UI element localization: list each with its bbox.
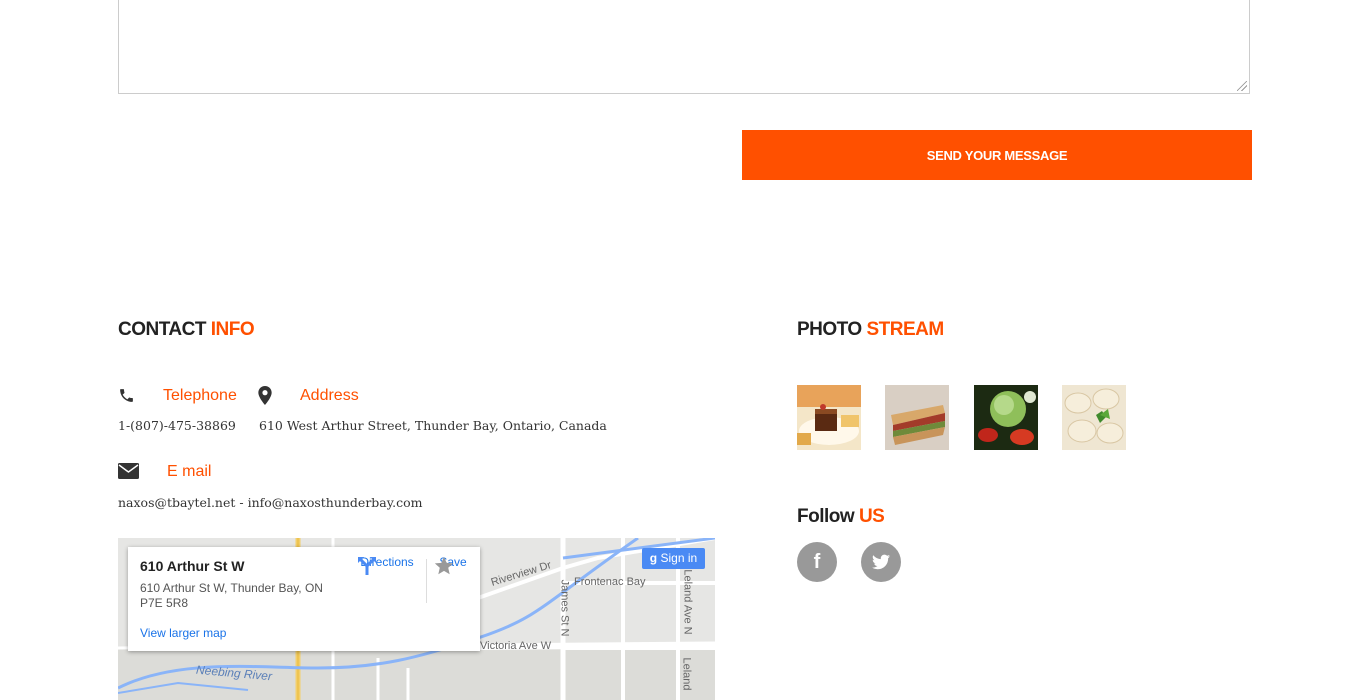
facebook-icon: f: [813, 551, 821, 573]
telephone-label: Telephone: [163, 387, 237, 404]
signin-label: Sign in: [660, 551, 698, 565]
send-message-button[interactable]: SEND YOUR MESSAGE: [742, 130, 1252, 180]
telephone-value: 1-(807)-475-38869: [118, 418, 236, 433]
message-textarea[interactable]: [118, 0, 1250, 94]
google-map[interactable]: Riverview Dr Frontenac Bay James St N Le…: [118, 538, 715, 700]
map-info-card: 610 Arthur St W 610 Arthur St W, Thunder…: [128, 547, 480, 651]
contact-heading-accent: INFO: [210, 319, 255, 340]
contact-heading-main: CONTACT: [118, 319, 206, 340]
resize-grip[interactable]: [1237, 81, 1247, 91]
follow-heading-main: Follow: [797, 506, 855, 527]
view-larger-map-link[interactable]: View larger map: [140, 626, 226, 640]
address-value: 610 West Arthur Street, Thunder Bay, Ont…: [259, 418, 607, 433]
photo-thumb-dessert[interactable]: [797, 385, 861, 450]
card-divider: [426, 559, 427, 603]
facebook-button[interactable]: f: [797, 542, 837, 582]
map-place-title: 610 Arthur St W: [140, 558, 245, 574]
photo-vegetables: [974, 385, 1038, 450]
email-label: E mail: [167, 463, 212, 480]
street-victoria: Victoria Ave W: [480, 640, 552, 652]
street-frontenac: Frontenac Bay: [574, 576, 646, 588]
photo-thumb-sandwich[interactable]: [885, 385, 949, 450]
email-value: naxos@tbaytel.net - info@naxosthunderbay…: [118, 495, 423, 510]
map-place-address: 610 Arthur St W, Thunder Bay, ON P7E 5R8: [140, 581, 323, 610]
envelope-icon: [118, 463, 139, 479]
follow-heading-accent: US: [858, 506, 885, 527]
save-button[interactable]: Save: [433, 555, 473, 575]
directions-button[interactable]: Directions: [356, 555, 418, 575]
map-signin-button[interactable]: g Sign in: [642, 548, 705, 569]
contact-info-heading: CONTACT INFO: [118, 319, 255, 341]
phone-icon: [120, 389, 133, 402]
directions-icon: [358, 557, 376, 575]
follow-us-heading: Follow US: [797, 506, 885, 528]
map-marker-icon: [258, 386, 272, 405]
photo-dessert: [797, 385, 861, 450]
photo-stream-heading: PHOTO STREAM: [797, 319, 944, 341]
photo-thumb-dumplings[interactable]: [1062, 385, 1126, 450]
star-icon: [434, 556, 454, 575]
photo-thumb-vegetables[interactable]: [974, 385, 1038, 450]
twitter-button[interactable]: [861, 542, 901, 582]
street-james: James St N: [558, 579, 571, 637]
street-leland: Leland Ave N: [681, 569, 694, 635]
address-label: Address: [300, 387, 359, 404]
photo-dumplings: [1062, 385, 1126, 450]
street-leland-2: Leland: [680, 657, 693, 691]
photo-sandwich: [885, 385, 949, 450]
photo-heading-accent: STREAM: [866, 319, 945, 340]
photo-heading-main: PHOTO: [797, 319, 862, 340]
google-g-icon: g: [649, 551, 658, 565]
twitter-icon: [872, 554, 890, 570]
